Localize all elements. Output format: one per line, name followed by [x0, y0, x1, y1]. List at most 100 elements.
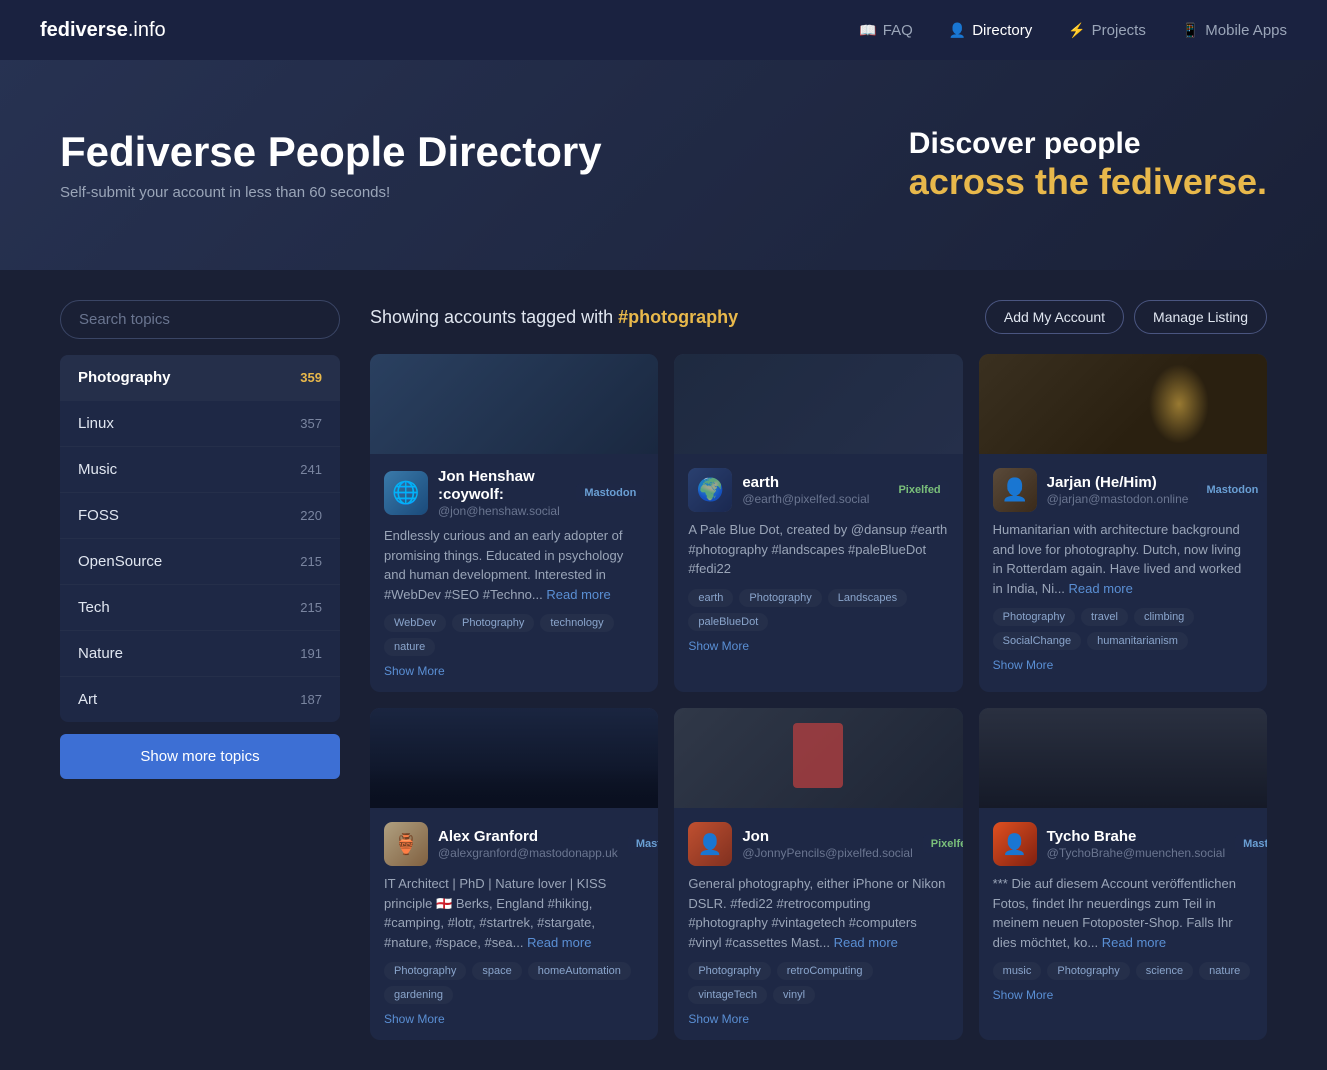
topic-item[interactable]: Art 187 — [60, 677, 340, 722]
topic-item[interactable]: Photography 359 — [60, 355, 340, 401]
hero-discover-line2: across the fediverse. — [909, 161, 1267, 203]
card-cover — [370, 708, 658, 808]
read-more-link[interactable]: Read more — [1069, 581, 1133, 596]
card-tag[interactable]: Photography — [1047, 962, 1129, 980]
read-more-link[interactable]: Read more — [834, 935, 898, 950]
topic-item[interactable]: Tech 215 — [60, 585, 340, 631]
card-handle: @TychoBrahe@muenchen.social — [1047, 846, 1225, 860]
content-header: Showing accounts tagged with #photograph… — [370, 300, 1267, 334]
topic-count: 359 — [300, 370, 322, 385]
card-tag[interactable]: travel — [1081, 608, 1128, 626]
topic-count: 187 — [300, 692, 322, 707]
card-avatar-row: 🌍 earth @earth@pixelfed.social Pixelfed — [688, 468, 948, 512]
search-input[interactable] — [60, 300, 340, 339]
card-tag[interactable]: Photography — [739, 589, 821, 607]
add-account-button[interactable]: Add My Account — [985, 300, 1124, 334]
card-body: 🏺 Alex Granford @alexgranford@mastodonap… — [370, 808, 658, 1040]
platform-badge: Pixelfed — [890, 481, 948, 499]
card-tag[interactable]: SocialChange — [993, 632, 1082, 650]
read-more-link[interactable]: Read more — [546, 587, 610, 602]
card-tag[interactable]: Photography — [993, 608, 1075, 626]
card-tag[interactable]: nature — [1199, 962, 1250, 980]
avatar: 👤 — [688, 822, 732, 866]
card-bio: Endlessly curious and an early adopter o… — [384, 526, 644, 604]
card-tag[interactable]: homeAutomation — [528, 962, 631, 980]
show-more-topics-button[interactable]: Show more topics — [60, 734, 340, 779]
card-tag[interactable]: space — [472, 962, 521, 980]
card-tag[interactable]: climbing — [1134, 608, 1194, 626]
platform-badge: Mastodon — [1198, 481, 1266, 499]
user-card: 👤 Jon @JonnyPencils@pixelfed.social Pixe… — [674, 708, 962, 1040]
showing-text: Showing accounts tagged with #photograph… — [370, 307, 985, 328]
nav-mobile-apps[interactable]: 📱 Mobile Apps — [1182, 22, 1287, 39]
card-tag[interactable]: retroComputing — [777, 962, 873, 980]
card-tag[interactable]: music — [993, 962, 1042, 980]
card-tags: Photography retroComputing vintageTech v… — [688, 962, 948, 1004]
manage-listing-button[interactable]: Manage Listing — [1134, 300, 1267, 334]
card-identity: Alex Granford @alexgranford@mastodonapp.… — [438, 828, 618, 860]
topic-tag[interactable]: #photography — [618, 307, 738, 327]
card-tag[interactable]: paleBlueDot — [688, 613, 768, 631]
card-tag[interactable]: Photography — [452, 614, 534, 632]
card-bio: IT Architect | PhD | Nature lover | KISS… — [384, 874, 644, 952]
show-more-tags-link[interactable]: Show More — [384, 1012, 644, 1026]
card-identity: earth @earth@pixelfed.social — [742, 474, 869, 506]
card-tag[interactable]: Landscapes — [828, 589, 907, 607]
card-identity: Jon @JonnyPencils@pixelfed.social — [742, 828, 912, 860]
topic-item[interactable]: Music 241 — [60, 447, 340, 493]
brand-name: fediverse — [40, 19, 128, 41]
card-tag[interactable]: gardening — [384, 986, 453, 1004]
lightning-icon: ⚡ — [1068, 22, 1085, 39]
nav-directory[interactable]: 👤 Directory — [949, 22, 1032, 39]
card-avatar-row: 🌐 Jon Henshaw :coywolf: @jon@henshaw.soc… — [384, 468, 644, 518]
nav-faq[interactable]: 📖 FAQ — [859, 22, 912, 39]
nav-projects[interactable]: ⚡ Projects — [1068, 22, 1146, 39]
card-tag[interactable]: WebDev — [384, 614, 446, 632]
hero-right: Discover people across the fediverse. — [909, 127, 1267, 203]
show-more-tags-link[interactable]: Show More — [384, 664, 644, 678]
content-area: Showing accounts tagged with #photograph… — [370, 300, 1267, 1040]
card-tags: Photography travel climbing SocialChange… — [993, 608, 1253, 650]
topic-item[interactable]: OpenSource 215 — [60, 539, 340, 585]
read-more-link[interactable]: Read more — [527, 935, 591, 950]
topic-item[interactable]: FOSS 220 — [60, 493, 340, 539]
sidebar: Photography 359 Linux 357 Music 241 FOSS… — [60, 300, 340, 1040]
card-tag[interactable]: nature — [384, 638, 435, 656]
card-bio: *** Die auf diesem Account veröffentlich… — [993, 874, 1253, 952]
card-tag[interactable]: vinyl — [773, 986, 815, 1004]
nav-directory-label: Directory — [972, 22, 1032, 39]
topic-item[interactable]: Nature 191 — [60, 631, 340, 677]
topic-name: Music — [78, 461, 117, 478]
card-tag[interactable]: humanitarianism — [1087, 632, 1188, 650]
show-more-tags-link[interactable]: Show More — [993, 658, 1253, 672]
card-tag[interactable]: science — [1136, 962, 1193, 980]
avatar: 👤 — [993, 468, 1037, 512]
show-more-tags-link[interactable]: Show More — [993, 988, 1253, 1002]
main-layout: Photography 359 Linux 357 Music 241 FOSS… — [0, 270, 1327, 1070]
card-name: Jarjan (He/Him) — [1047, 474, 1189, 492]
card-bio: General photography, either iPhone or Ni… — [688, 874, 948, 952]
card-tag[interactable]: Photography — [384, 962, 466, 980]
card-avatar-row: 👤 Jon @JonnyPencils@pixelfed.social Pixe… — [688, 822, 948, 866]
avatar: 👤 — [993, 822, 1037, 866]
show-more-tags-link[interactable]: Show More — [688, 1012, 948, 1026]
hero-left: Fediverse People Directory Self-submit y… — [60, 129, 602, 200]
brand-suffix: .info — [128, 19, 166, 41]
topic-item[interactable]: Linux 357 — [60, 401, 340, 447]
card-tag[interactable]: Photography — [688, 962, 770, 980]
phone-icon: 📱 — [1182, 22, 1199, 39]
hero-discover-line1: Discover people — [909, 127, 1267, 161]
brand-logo[interactable]: fediverse.info — [40, 19, 166, 42]
card-tag[interactable]: vintageTech — [688, 986, 767, 1004]
read-more-link[interactable]: Read more — [1102, 935, 1166, 950]
card-tag[interactable]: earth — [688, 589, 733, 607]
topic-count: 357 — [300, 416, 322, 431]
card-tag[interactable]: technology — [540, 614, 613, 632]
show-more-tags-link[interactable]: Show More — [688, 639, 948, 653]
header-actions: Add My Account Manage Listing — [985, 300, 1267, 334]
platform-badge: Mastodon — [628, 835, 659, 853]
nav-faq-label: FAQ — [883, 22, 913, 39]
topic-name: Nature — [78, 645, 123, 662]
user-card: 🏺 Alex Granford @alexgranford@mastodonap… — [370, 708, 658, 1040]
platform-badge: Mastodon — [1235, 835, 1267, 853]
